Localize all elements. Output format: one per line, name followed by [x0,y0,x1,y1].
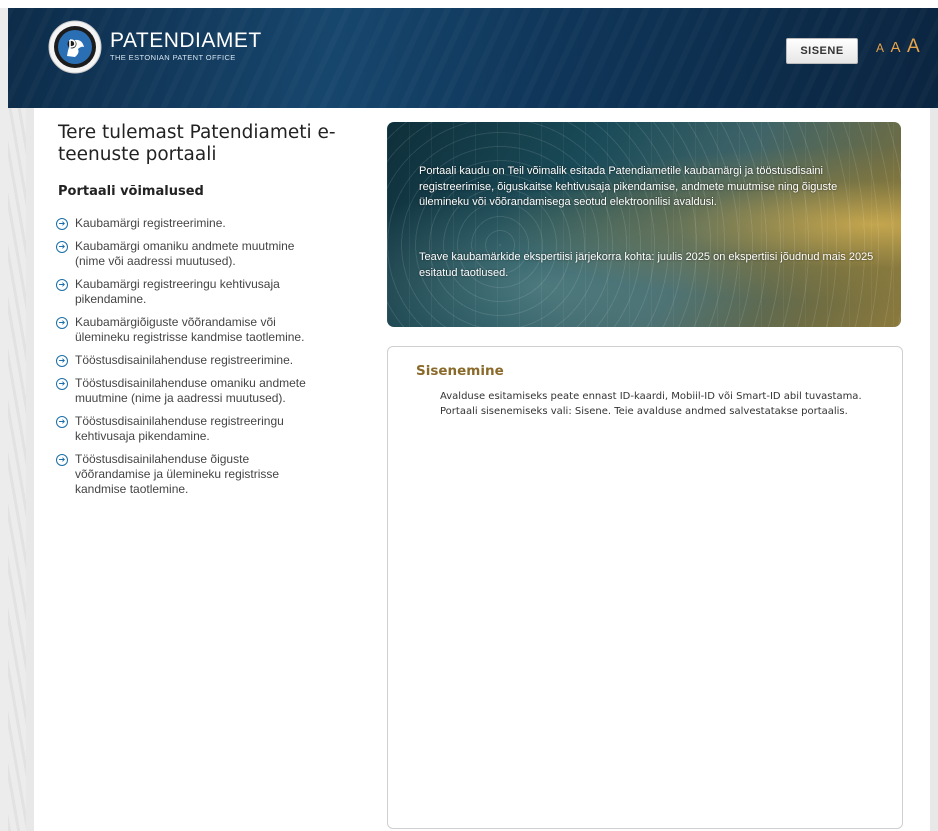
top-gap [0,0,938,8]
login-button[interactable]: SISENE [786,38,858,64]
circle-arrow-right-icon: ➔ [56,355,68,367]
feature-item[interactable]: ➔ Tööstusdisainilahenduse registreerimin… [56,353,326,368]
login-panel-text: Avalduse esitamiseks peate ennast ID-kaa… [440,391,862,417]
feature-text: Kaubamärgi registreerimine. [75,216,226,230]
banner-intro-text: Portaali kaudu on Teil võimalik esitada … [419,165,838,208]
circle-arrow-right-icon: ➔ [56,279,68,291]
font-size-medium-button[interactable]: A [890,39,900,56]
site-header: PATENDIAMET THE ESTONIAN PATENT OFFICE S… [8,8,938,108]
circle-arrow-right-icon: ➔ [56,378,68,390]
login-panel: Sisenemine Avalduse esitamiseks peate en… [387,346,903,829]
circle-arrow-right-icon: ➔ [56,241,68,253]
brand: PATENDIAMET THE ESTONIAN PATENT OFFICE [110,30,262,63]
brand-subtitle: THE ESTONIAN PATENT OFFICE [110,53,236,62]
features-title: Portaali võimalused [58,184,204,199]
font-size-controls: A A A [876,36,922,58]
feature-text: Kaubamärgi omaniku andmete muutmine (nim… [75,239,295,268]
banner-queue-info-text: Teave kaubamärkide ekspertiisi järjekorr… [419,251,874,279]
main-content: Tere tulemast Patendiameti e-teenuste po… [34,108,930,831]
circle-arrow-right-icon: ➔ [56,317,68,329]
font-size-small-button[interactable]: A [876,41,884,55]
feature-text: Tööstusdisainilahenduse registreeringu k… [75,414,284,443]
feature-item[interactable]: ➔ Tööstusdisainilahenduse õiguste võõran… [56,452,326,497]
login-panel-title: Sisenemine [416,363,504,379]
feature-text: Kaubamärgiõiguste võõrandamise või ülemi… [75,315,305,344]
feature-text: Tööstusdisainilahenduse õiguste võõranda… [75,452,280,496]
patendiamet-seal-icon[interactable] [48,20,102,74]
feature-text: Kaubamärgi registreeringu kehtivusaja pi… [75,277,280,306]
circle-arrow-right-icon: ➔ [56,416,68,428]
feature-item[interactable]: ➔ Kaubamärgi registreeringu kehtivusaja … [56,277,326,307]
circle-arrow-right-icon: ➔ [56,218,68,230]
circle-arrow-right-icon: ➔ [56,454,68,466]
welcome-title: Tere tulemast Patendiameti e-teenuste po… [58,122,336,165]
left-decoration [8,108,26,831]
banner-pattern [387,122,901,327]
feature-item[interactable]: ➔ Kaubamärgiõiguste võõrandamise või üle… [56,315,326,345]
feature-item[interactable]: ➔ Tööstusdisainilahenduse registreeringu… [56,414,326,444]
feature-item[interactable]: ➔ Kaubamärgi omaniku andmete muutmine (n… [56,239,326,269]
feature-item[interactable]: ➔ Tööstusdisainilahenduse omaniku andmet… [56,376,326,406]
brand-name[interactable]: PATENDIAMET [110,30,262,52]
feature-text: Tööstusdisainilahenduse registreerimine. [75,353,294,367]
feature-item[interactable]: ➔ Kaubamärgi registreerimine. [56,216,326,231]
feature-text: Tööstusdisainilahenduse omaniku andmete … [75,376,306,405]
info-banner: Portaali kaudu on Teil võimalik esitada … [387,122,901,327]
feature-list: ➔ Kaubamärgi registreerimine. ➔ Kaubamär… [56,216,326,505]
font-size-large-button[interactable]: A [907,36,920,58]
